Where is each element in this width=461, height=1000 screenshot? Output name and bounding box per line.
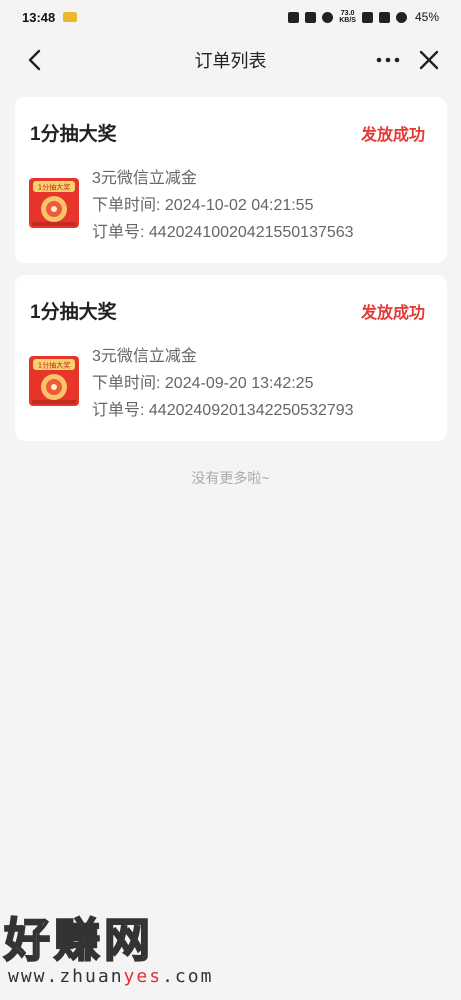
order-time-label: 下单时间:	[92, 375, 165, 392]
no-more-text: 没有更多啦~	[191, 470, 270, 486]
watermark-url-start: www.zhuan	[8, 966, 124, 987]
more-icon[interactable]	[375, 48, 401, 72]
net-speed-value: 73.0	[340, 10, 355, 17]
close-icon[interactable]	[417, 48, 441, 72]
thumb-label: 1分抽大奖	[38, 183, 70, 192]
net-speed: 73.0 KB/S	[339, 10, 356, 24]
order-details: 3元微信立减金 下单时间: 2024-09-20 13:42:25 订单号: 4…	[92, 343, 354, 424]
app-notification-icon	[63, 12, 78, 22]
order-number-row: 订单号: 44202409201342250532793	[92, 397, 354, 424]
status-icons: 73.0 KB/S 45%	[288, 10, 439, 24]
prize-thumbnail: 1分抽大奖	[29, 178, 79, 228]
order-time-row: 下单时间: 2024-10-02 04:21:55	[92, 192, 354, 219]
watermark-logo: 好赚网	[3, 913, 154, 967]
nav-bar: 订单列表	[0, 34, 461, 86]
site-watermark: 好赚网 www.zhuanyes.com	[3, 913, 213, 987]
status-bar: 13:48 73.0 KB/S 45%	[0, 0, 461, 34]
watermark-url-end: .com	[162, 966, 214, 987]
order-card[interactable]: 1分抽大奖 发放成功 1分抽大奖 3元微信立减金 下单时间: 2024-09-2…	[15, 275, 447, 441]
product-name: 3元微信立减金	[92, 170, 197, 187]
order-title: 1分抽大奖	[30, 124, 117, 145]
order-status: 发放成功	[360, 305, 425, 322]
order-number: 44202410020421550137563	[148, 224, 354, 241]
watermark-url-accent: yes	[123, 966, 163, 987]
order-number-row: 订单号: 44202410020421550137563	[92, 219, 354, 246]
status-time: 13:48	[22, 9, 56, 25]
product-name: 3元微信立减金	[92, 348, 197, 365]
order-time-label: 下单时间:	[92, 197, 165, 214]
hd-icon	[361, 11, 373, 23]
order-time: 2024-09-20 13:42:25	[164, 375, 314, 392]
order-number-label: 订单号:	[92, 224, 149, 241]
back-icon[interactable]	[24, 48, 48, 72]
order-status: 发放成功	[360, 127, 425, 144]
page-title: 订单列表	[194, 51, 267, 71]
order-number-label: 订单号:	[92, 402, 149, 419]
screen: 13:48 73.0 KB/S 45% 订单列表 1分抽大奖 发放成功 1分抽大…	[0, 0, 461, 1000]
battery-saver-icon	[395, 11, 407, 23]
order-title: 1分抽大奖	[30, 302, 117, 323]
net-speed-unit: KB/S	[339, 17, 356, 24]
mute-icon	[288, 11, 300, 23]
signal-icon	[378, 11, 390, 23]
battery-level: 45%	[414, 10, 439, 24]
prize-thumbnail: 1分抽大奖	[29, 356, 79, 406]
order-details: 3元微信立减金 下单时间: 2024-10-02 04:21:55 订单号: 4…	[92, 165, 354, 246]
order-list: 1分抽大奖 发放成功 1分抽大奖 3元微信立减金 下单时间: 2024-10-0…	[15, 97, 447, 453]
location-icon	[322, 11, 334, 23]
bluetooth-icon	[305, 11, 317, 23]
watermark-url: www.zhuanyes.com	[8, 966, 213, 987]
thumb-label: 1分抽大奖	[38, 361, 70, 370]
order-card[interactable]: 1分抽大奖 发放成功 1分抽大奖 3元微信立减金 下单时间: 2024-10-0…	[15, 97, 447, 263]
order-time-row: 下单时间: 2024-09-20 13:42:25	[92, 370, 354, 397]
order-number: 44202409201342250532793	[148, 402, 354, 419]
order-time: 2024-10-02 04:21:55	[164, 197, 314, 214]
